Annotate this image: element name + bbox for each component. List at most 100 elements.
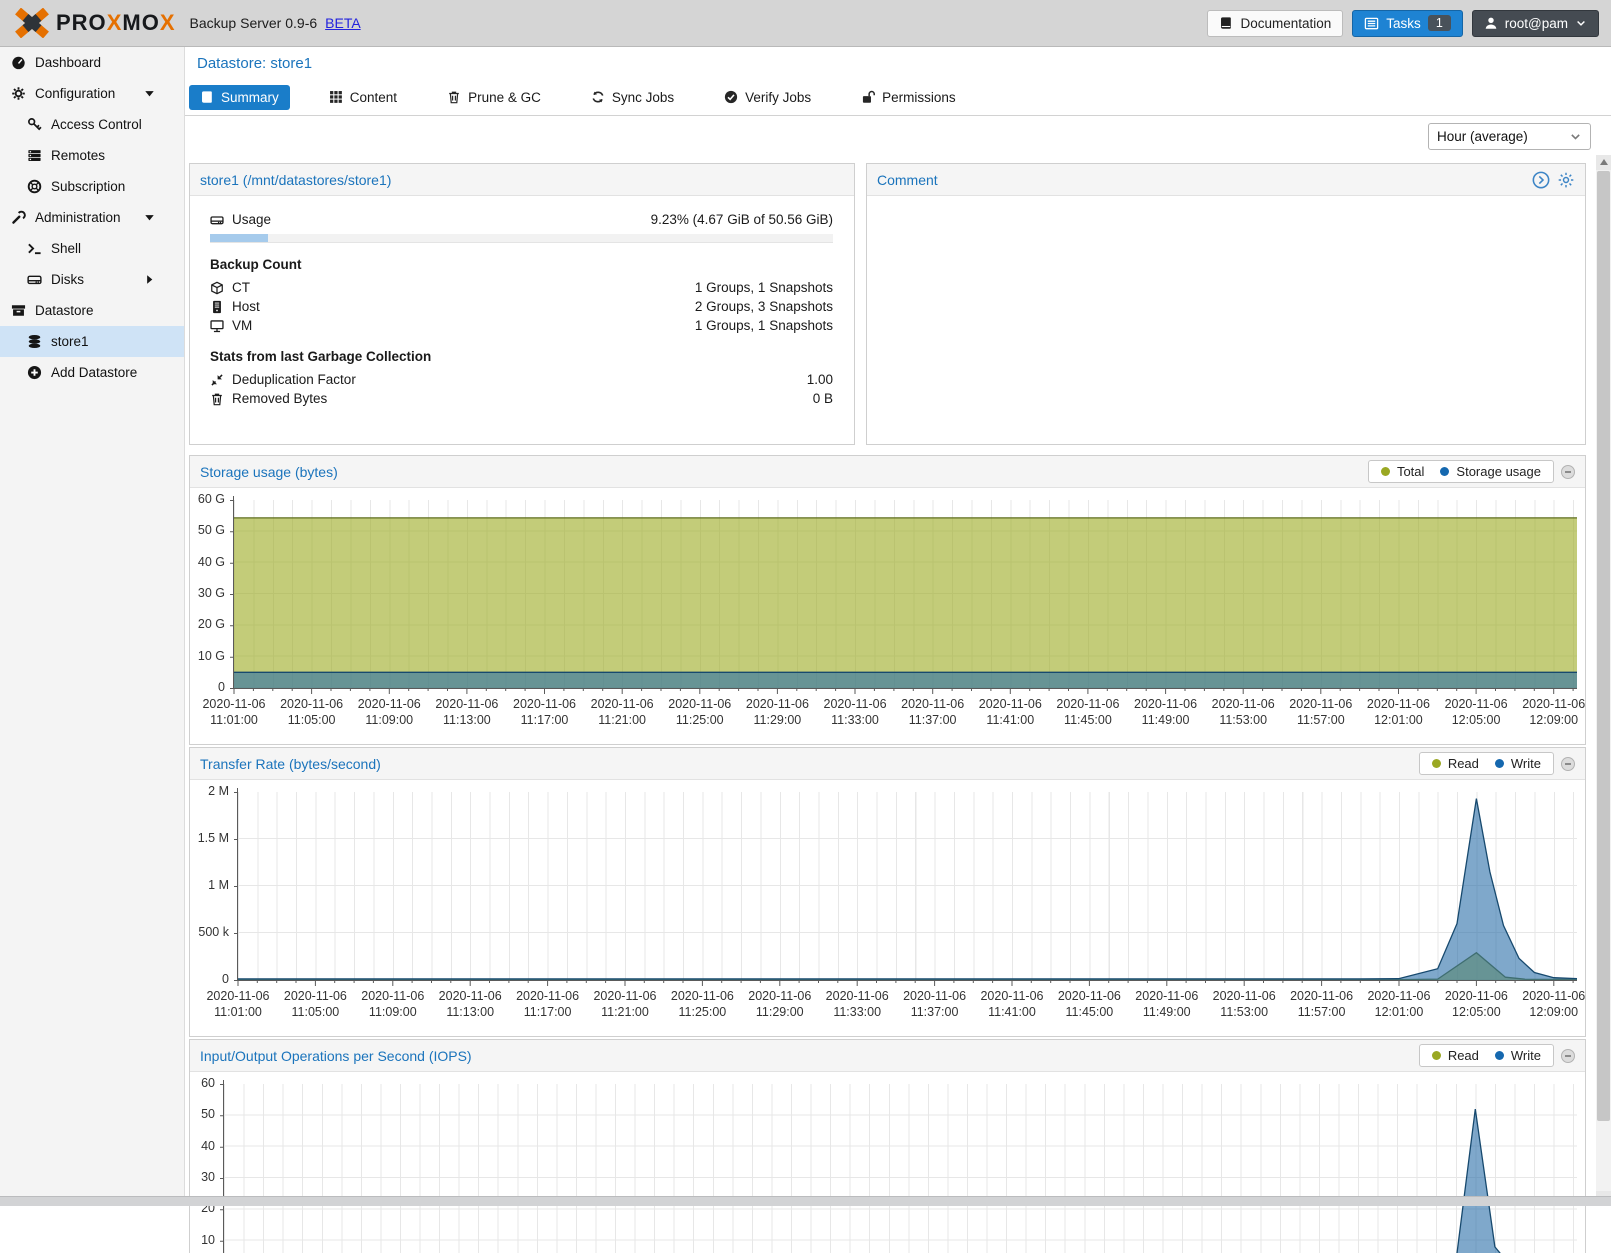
plus-circle-icon	[27, 365, 42, 380]
wordmark-part: PRO	[56, 10, 107, 35]
vertical-scrollbar[interactable]	[1596, 155, 1611, 1206]
sidebar: Dashboard Configuration Access Control Remo…	[0, 47, 185, 1206]
datastore-panel-title: store1 (/mnt/datastores/store1)	[200, 172, 391, 188]
collapse-tool[interactable]	[1561, 465, 1575, 479]
collapse-tool[interactable]	[1561, 757, 1575, 771]
compress-icon	[210, 373, 224, 387]
legend-item-write[interactable]: Write	[1495, 756, 1541, 771]
collapse-tool[interactable]	[1561, 1049, 1575, 1063]
legend-label: Write	[1511, 1048, 1541, 1063]
chart-title: Transfer Rate (bytes/second)	[200, 756, 381, 772]
storage-usage-chart-panel: Storage usage (bytes) TotalStorage usage…	[189, 455, 1586, 745]
tab-label: Sync Jobs	[612, 90, 674, 105]
stat-value: 0 B	[813, 391, 833, 406]
expand-circle-icon[interactable]	[1532, 171, 1550, 189]
sidebar-item-subscription[interactable]: Subscription	[0, 171, 184, 202]
tab-prune-gc[interactable]: Prune & GC	[436, 85, 552, 110]
caret-down-icon[interactable]	[142, 86, 157, 101]
legend-dot	[1495, 759, 1504, 768]
scrollbar-thumb[interactable]	[1597, 171, 1610, 1121]
top-bar: PROXMOX Backup Server 0.9-6 BETA Documen…	[0, 0, 1611, 47]
tab-label: Permissions	[882, 90, 956, 105]
sidebar-item-disks[interactable]: Disks	[0, 264, 184, 295]
y-axis-tick-label: 1.5 M	[190, 831, 229, 845]
sidebar-item-administration[interactable]: Administration	[0, 202, 184, 233]
legend-item-write[interactable]: Write	[1495, 1048, 1541, 1063]
trash-icon	[210, 392, 224, 406]
tasks-list-icon	[1364, 16, 1379, 31]
chart-legend: Total Storage usage	[1368, 460, 1554, 483]
chart-canvas	[190, 1072, 1585, 1253]
stat-row-ct: CT1 Groups, 1 Snapshots	[210, 278, 833, 297]
stat-row-removed-bytes: Removed Bytes0 B	[210, 389, 833, 408]
datastore-summary-panel: store1 (/mnt/datastores/store1) Usage 9.…	[189, 163, 855, 445]
y-axis-tick-label: 30	[190, 1170, 215, 1184]
hdd-icon	[210, 213, 224, 227]
tab-label: Prune & GC	[468, 90, 541, 105]
tab-summary[interactable]: Summary	[189, 85, 290, 110]
gc-stats-heading: Stats from last Garbage Collection	[210, 349, 833, 364]
scrollbar-up-button[interactable]	[1596, 155, 1611, 170]
comment-panel: Comment	[866, 163, 1586, 445]
chart-title: Input/Output Operations per Second (IOPS…	[200, 1048, 472, 1064]
user-menu-button[interactable]: root@pam	[1472, 10, 1599, 37]
sidebar-item-add-datastore[interactable]: Add Datastore	[0, 357, 184, 388]
transfer-rate-chart: 0500 k1 M1.5 M2 M2020-11-0611:01:002020-…	[190, 780, 1585, 1036]
sidebar-item-remotes[interactable]: Remotes	[0, 140, 184, 171]
storage-usage-chart: 010 G20 G30 G40 G50 G60 G2020-11-0611:01…	[190, 488, 1585, 744]
trash-icon	[447, 90, 461, 104]
proxmox-logo-icon	[14, 8, 50, 38]
sidebar-item-label: Subscription	[51, 179, 125, 194]
window-bottom-edge	[0, 1196, 1611, 1206]
legend-label: Total	[1397, 464, 1424, 479]
backup-count-heading: Backup Count	[210, 257, 833, 272]
y-axis-tick-label: 0	[190, 972, 229, 986]
caret-right-icon[interactable]	[142, 272, 157, 287]
vm-icon	[210, 319, 224, 333]
x-axis-tick-label: 2020-11-0612:09:00	[1508, 696, 1585, 728]
legend-item-total[interactable]: Total	[1381, 464, 1424, 479]
chart-legend: Read Write	[1419, 752, 1554, 775]
sidebar-item-dashboard[interactable]: Dashboard	[0, 47, 184, 78]
sidebar-item-label: store1	[51, 334, 89, 349]
sidebar-item-label: Dashboard	[35, 55, 101, 70]
legend-label: Write	[1511, 756, 1541, 771]
stat-row-vm: VM1 Groups, 1 Snapshots	[210, 316, 833, 335]
gauge-icon	[11, 55, 26, 70]
y-axis-tick-label: 40	[190, 1139, 215, 1153]
sidebar-item-configuration[interactable]: Configuration	[0, 78, 184, 109]
gear-icon[interactable]	[1557, 171, 1575, 189]
sidebar-item-label: Add Datastore	[51, 365, 137, 380]
sidebar-item-access-control[interactable]: Access Control	[0, 109, 184, 140]
check-circle-icon	[724, 90, 738, 104]
sidebar-item-datastore[interactable]: Datastore	[0, 295, 184, 326]
sidebar-item-store1[interactable]: store1	[0, 326, 184, 357]
time-range-select[interactable]: Hour (average)	[1428, 123, 1591, 150]
tasks-button[interactable]: Tasks 1	[1352, 10, 1462, 37]
tab-verify-jobs[interactable]: Verify Jobs	[713, 85, 822, 110]
caret-down-icon[interactable]	[142, 210, 157, 225]
stat-row-deduplication-factor: Deduplication Factor1.00	[210, 370, 833, 389]
tab-permissions[interactable]: Permissions	[850, 85, 967, 110]
legend-item-read[interactable]: Read	[1432, 756, 1479, 771]
iops-chart: 01020304050602020-11-0611:01:002020-11-0…	[190, 1072, 1585, 1253]
proxmox-wordmark: PROXMOX	[56, 10, 176, 36]
beta-link[interactable]: BETA	[325, 15, 361, 31]
cube-icon	[210, 281, 224, 295]
tab-label: Verify Jobs	[745, 90, 811, 105]
chevron-down-icon	[1569, 130, 1582, 143]
wrench-icon	[11, 210, 26, 225]
comment-panel-title: Comment	[877, 172, 938, 188]
sidebar-item-shell[interactable]: Shell	[0, 233, 184, 264]
book-icon	[1219, 16, 1233, 30]
tab-sync-jobs[interactable]: Sync Jobs	[580, 85, 685, 110]
sidebar-item-label: Access Control	[51, 117, 142, 132]
documentation-label: Documentation	[1240, 16, 1331, 31]
tab-content[interactable]: Content	[318, 85, 408, 110]
y-axis-tick-label: 0	[190, 680, 225, 694]
legend-item-storage-usage[interactable]: Storage usage	[1440, 464, 1541, 479]
documentation-button[interactable]: Documentation	[1207, 10, 1343, 37]
legend-item-read[interactable]: Read	[1432, 1048, 1479, 1063]
stat-value: 1 Groups, 1 Snapshots	[695, 318, 833, 333]
comment-body[interactable]	[867, 196, 1585, 444]
